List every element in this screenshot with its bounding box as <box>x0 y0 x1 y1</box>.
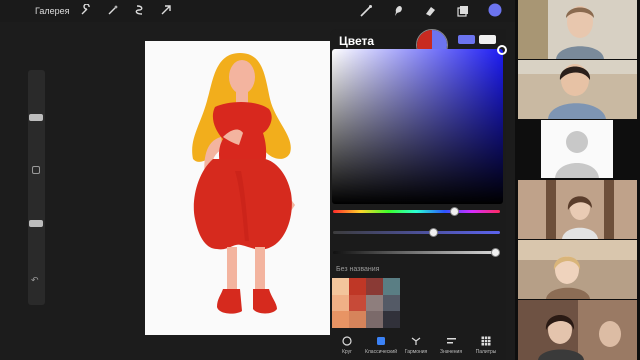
brush-size-slider[interactable] <box>29 114 43 121</box>
palette-swatch[interactable] <box>383 311 400 328</box>
participant-tile-5[interactable] <box>518 240 637 299</box>
palette-name: Без названия <box>336 266 380 273</box>
participant-video <box>518 60 637 119</box>
palette-swatch[interactable] <box>332 294 349 312</box>
wrench-icon[interactable] <box>80 4 92 18</box>
selection-icon[interactable] <box>134 4 146 18</box>
participant-tile-3[interactable] <box>541 120 613 178</box>
palette-swatch[interactable] <box>383 294 400 312</box>
history-color-swatch[interactable] <box>458 35 475 44</box>
brush-sidebar: ↶ <box>28 70 45 305</box>
participant-tile-2[interactable] <box>518 60 637 119</box>
palette-swatch[interactable] <box>383 278 400 295</box>
participant-video <box>518 300 637 360</box>
tab-label: Гармония <box>404 349 428 355</box>
tab-label: Палитры <box>475 349 497 355</box>
tab-palettes[interactable]: Палитры <box>469 333 503 360</box>
eraser-icon[interactable] <box>423 4 437 18</box>
drawing-canvas[interactable] <box>145 41 331 335</box>
color-mode-tabs: Круг Классический Гармония Значения Пали… <box>330 333 506 360</box>
smudge-icon[interactable] <box>391 4 405 18</box>
palette-grid <box>332 278 400 328</box>
saturation-slider[interactable] <box>333 228 500 237</box>
color-swatch-icon[interactable] <box>488 3 502 17</box>
harmony-icon <box>411 337 421 345</box>
gallery-button[interactable]: Галерея <box>35 4 70 18</box>
palette-swatch[interactable] <box>366 311 383 328</box>
tab-label: Значения <box>439 349 463 355</box>
color-panel: Цвета Без названия Круг Классический Гар… <box>330 29 507 360</box>
classic-square-icon <box>377 336 385 345</box>
video-call-strip <box>515 0 640 360</box>
tab-label: Круг <box>342 349 352 355</box>
palette-swatch[interactable] <box>332 311 349 328</box>
participant-tile-1[interactable] <box>518 0 637 59</box>
undo-icon[interactable]: ↶ <box>31 275 39 286</box>
top-toolbar: Галерея <box>0 0 515 22</box>
hue-slider-knob[interactable] <box>450 207 460 216</box>
palettes-grid-icon <box>481 336 491 345</box>
procreate-app: Галерея ↶ Цвета Без названия Круг Класси… <box>0 0 515 360</box>
tab-values[interactable]: Значения <box>434 333 468 360</box>
girl-in-red-dress-drawing <box>192 53 295 314</box>
magic-wand-icon[interactable] <box>107 4 119 18</box>
tab-label: Классический <box>364 349 398 355</box>
tab-classic[interactable]: Классический <box>364 333 398 360</box>
participant-tile-6[interactable] <box>518 300 637 360</box>
participant-video <box>518 0 637 59</box>
tab-disc[interactable]: Круг <box>330 333 364 360</box>
color-picker-field[interactable] <box>332 45 507 204</box>
participant-video <box>518 240 637 299</box>
hue-slider[interactable] <box>333 207 500 216</box>
transform-arrow-icon[interactable] <box>160 4 172 18</box>
value-sliders-icon <box>446 337 456 343</box>
colors-title: Цвета <box>339 34 375 48</box>
modify-button[interactable] <box>32 166 40 174</box>
palette-swatch[interactable] <box>349 278 366 295</box>
palette-swatch[interactable] <box>349 311 366 328</box>
default-avatar-icon <box>555 131 599 178</box>
brightness-slider-knob[interactable] <box>491 248 500 257</box>
participant-tile-4[interactable] <box>518 180 637 239</box>
brightness-slider[interactable] <box>333 248 500 257</box>
brush-opacity-slider[interactable] <box>29 220 43 227</box>
history-color-swatch[interactable] <box>479 35 496 44</box>
disc-icon <box>342 335 352 346</box>
tab-harmony[interactable]: Гармония <box>399 333 433 360</box>
participant-video <box>518 180 637 239</box>
brush-icon[interactable] <box>359 4 373 18</box>
palette-swatch[interactable] <box>332 278 349 295</box>
saturation-slider-knob[interactable] <box>428 228 438 237</box>
palette-swatch[interactable] <box>366 278 383 295</box>
picker-knob[interactable] <box>497 45 507 55</box>
palette-swatch[interactable] <box>366 294 383 312</box>
layers-icon[interactable] <box>456 4 470 18</box>
palette-swatch[interactable] <box>349 294 366 312</box>
